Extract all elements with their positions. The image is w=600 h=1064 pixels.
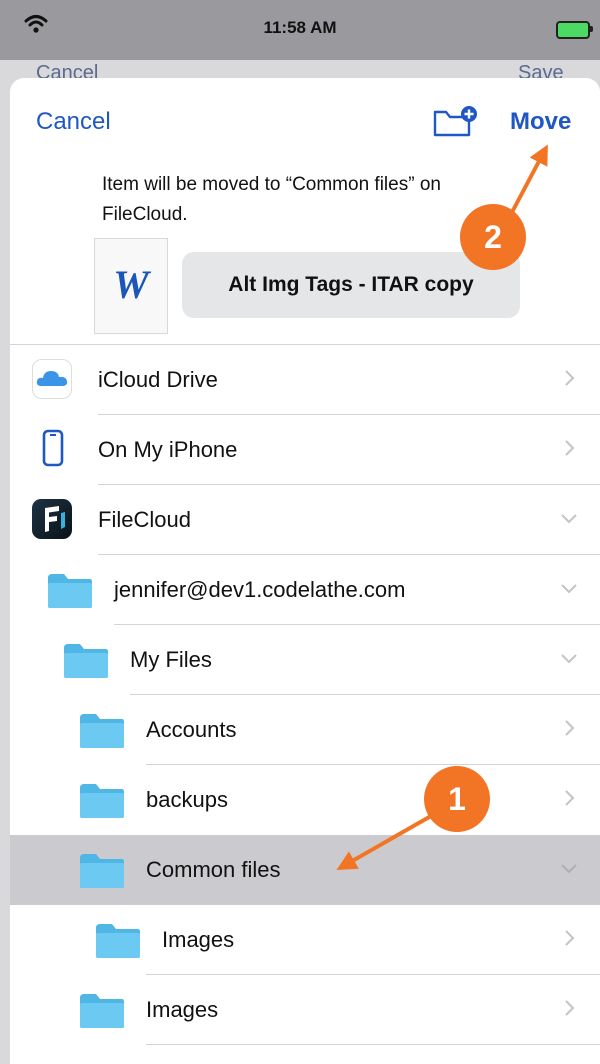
chevron-right-icon xyxy=(565,930,575,946)
tree-row-label: iCloud Drive xyxy=(98,367,218,392)
annotation-badge-2: 2 xyxy=(460,204,526,270)
tree-row-backups[interactable]: backups xyxy=(10,765,600,835)
tree-row-label: My Files xyxy=(130,647,212,672)
chevron-down-icon xyxy=(561,514,577,524)
tree-row-common-files[interactable]: Common files xyxy=(10,835,600,905)
tree-row-label: Images xyxy=(162,927,235,952)
iphone-icon xyxy=(42,429,64,467)
filename-field[interactable]: Alt Img Tags - ITAR copy xyxy=(182,252,520,318)
chevron-down-icon xyxy=(561,654,577,664)
tree-row-label: jennifer@dev1.codelathe.com xyxy=(114,577,406,602)
chevron-down-icon xyxy=(561,864,577,874)
status-bar: 11:58 AM xyxy=(0,0,600,60)
folder-icon xyxy=(80,714,124,748)
tree-row-label: On My iPhone xyxy=(98,437,238,462)
tree-row-images-nested[interactable]: Images xyxy=(10,905,600,975)
tree-row-on-my-iphone[interactable]: On My iPhone xyxy=(10,415,600,485)
folder-icon xyxy=(80,994,124,1028)
tree-row-account[interactable]: jennifer@dev1.codelathe.com xyxy=(10,555,600,625)
tree-row-label: backups xyxy=(146,787,228,812)
tree-row-label: FileCloud xyxy=(98,507,191,532)
folder-icon xyxy=(80,784,124,818)
word-document-icon: W xyxy=(94,238,168,334)
folder-icon xyxy=(48,574,92,608)
tree-row-label: Common files xyxy=(146,857,281,882)
icloud-icon xyxy=(32,359,72,399)
tree-row-icloud-drive[interactable]: iCloud Drive xyxy=(10,345,600,415)
chevron-down-icon xyxy=(561,584,577,594)
word-icon-letter: W xyxy=(113,262,149,307)
chevron-right-icon xyxy=(565,1000,575,1016)
cancel-button[interactable]: Cancel xyxy=(36,108,111,136)
chevron-right-icon xyxy=(565,720,575,736)
chevron-right-icon xyxy=(565,370,575,386)
location-tree: iCloud Drive On My iPhone FileCloud jenn… xyxy=(10,344,600,1045)
chevron-right-icon xyxy=(565,790,575,806)
move-message: Item will be moved to “Common files” on … xyxy=(102,174,441,225)
filecloud-app-icon xyxy=(32,499,72,539)
folder-icon xyxy=(96,924,140,958)
status-time: 11:58 AM xyxy=(263,18,337,37)
tree-row-label: Images xyxy=(146,997,219,1022)
battery-tip xyxy=(590,26,593,32)
tree-row-accounts[interactable]: Accounts xyxy=(10,695,600,765)
tree-row-label: Accounts xyxy=(146,717,237,742)
move-button[interactable]: Move xyxy=(510,108,571,136)
chevron-right-icon xyxy=(565,440,575,456)
battery-icon xyxy=(556,21,590,39)
annotation-badge-1: 1 xyxy=(424,766,490,832)
tree-row-my-files[interactable]: My Files xyxy=(10,625,600,695)
folder-icon xyxy=(64,644,108,678)
folder-icon xyxy=(80,854,124,888)
tree-row-filecloud[interactable]: FileCloud xyxy=(10,485,600,555)
tree-row-images[interactable]: Images xyxy=(10,975,600,1045)
row-divider xyxy=(146,1044,600,1045)
folder-plus-icon[interactable] xyxy=(432,104,478,138)
